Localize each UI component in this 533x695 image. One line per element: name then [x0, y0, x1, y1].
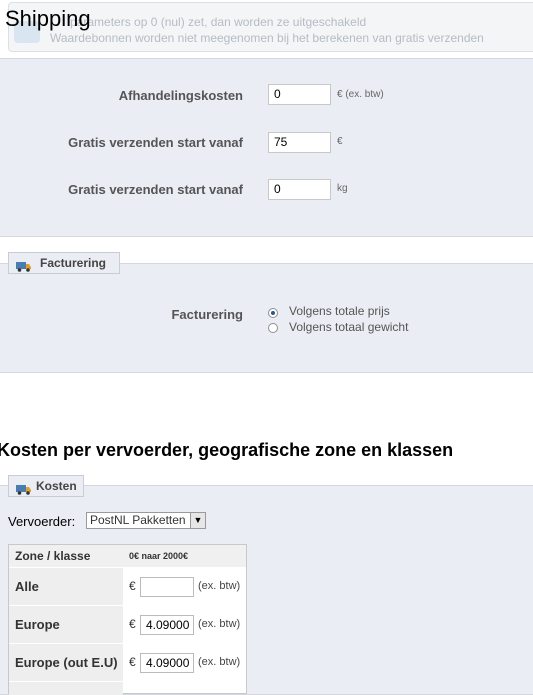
costs-legend: Kosten	[8, 475, 84, 497]
zone-cost-input[interactable]	[140, 577, 194, 597]
handling-label: Afhandelingskosten	[118, 88, 243, 103]
zone-name: Alle	[9, 568, 123, 605]
billing-legend: Facturering	[8, 252, 120, 274]
table-row	[9, 682, 123, 695]
free-shipping-weight-label: Gratis verzenden start vanaf	[68, 182, 243, 197]
free-shipping-weight-input[interactable]: 0	[268, 179, 331, 200]
currency-symbol: €	[129, 579, 136, 593]
zone-cost-cell: € (ex. btw)	[123, 568, 246, 605]
ex-vat-label: (ex. btw)	[198, 656, 241, 668]
ex-vat-label: (ex. btw)	[198, 618, 241, 630]
truck-icon	[16, 258, 32, 278]
zone-column-header: Zone / klasse	[9, 545, 123, 567]
billing-label: Facturering	[171, 307, 243, 322]
zone-cost-input[interactable]: 4.09000	[140, 615, 194, 635]
ex-vat-label: (ex. btw)	[198, 580, 241, 592]
free-shipping-price-input[interactable]: 75	[268, 132, 331, 153]
costs-legend-label: Kosten	[36, 479, 77, 493]
zone-cost-cell: € 4.09000 (ex. btw)	[123, 606, 246, 643]
handling-cost-input[interactable]: 0	[268, 84, 331, 105]
free-shipping-weight-unit: kg	[337, 183, 348, 194]
range-column-header: 0€ naar 2000€	[123, 545, 246, 567]
radio-total-price-label: Volgens totale prijs	[289, 304, 390, 318]
carrier-select[interactable]: PostNL Pakketten ▼	[86, 512, 206, 529]
free-shipping-price-unit: €	[337, 136, 343, 147]
currency-symbol: €	[129, 617, 136, 631]
currency-symbol: €	[129, 655, 136, 669]
carrier-select-value: PostNL Pakketten	[90, 513, 186, 527]
chevron-down-icon[interactable]: ▼	[190, 513, 205, 528]
carrier-label: Vervoerder:	[8, 514, 76, 529]
handling-unit: € (ex. btw)	[337, 89, 384, 100]
costs-section-heading: Kosten per vervoerder, geografische zone…	[0, 440, 454, 460]
zone-cost-cell: € 4.09000 (ex. btw)	[123, 644, 246, 681]
zone-name: Europe (out E.U)	[9, 644, 123, 681]
zone-name: Europe	[9, 606, 123, 643]
radio-total-weight[interactable]	[268, 323, 278, 333]
free-shipping-price-label: Gratis verzenden start vanaf	[68, 135, 243, 150]
notice-text-2: Waardebonnen worden niet meegenomen bij …	[50, 31, 484, 45]
notice-text-1: parameters op 0 (nul) zet, dan worden ze…	[70, 15, 367, 29]
radio-total-price[interactable]	[268, 308, 278, 318]
zone-cost-input[interactable]: 4.09000	[140, 653, 194, 673]
billing-panel	[0, 263, 533, 373]
truck-icon	[16, 481, 32, 501]
radio-total-weight-label: Volgens totaal gewicht	[289, 320, 409, 334]
page-title: Shipping	[5, 6, 91, 31]
billing-legend-label: Facturering	[40, 256, 107, 270]
zone-cost-table: Zone / klasse 0€ naar 2000€ Alle € (ex. …	[8, 544, 247, 695]
